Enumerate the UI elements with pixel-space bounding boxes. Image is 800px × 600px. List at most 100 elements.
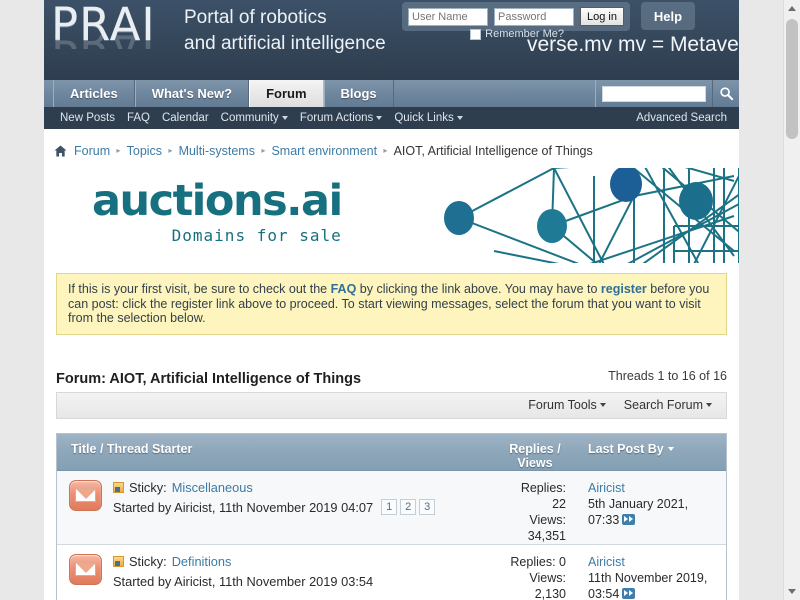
go-to-last-post-icon[interactable] (622, 514, 635, 525)
banner-subtitle: Domains for sale (92, 226, 342, 245)
tagline-line-1: Portal of robotics (184, 5, 386, 31)
last-post-user-link[interactable]: Airicist (588, 554, 720, 570)
breadcrumb-separator-icon: ‣ (167, 145, 174, 158)
page-link-3[interactable]: 3 (419, 499, 435, 515)
scrollbar-thumb[interactable] (786, 19, 798, 139)
faq-link[interactable]: FAQ (331, 282, 357, 296)
breadcrumb-item-forum[interactable]: Forum (74, 144, 110, 158)
table-row[interactable]: Sticky: Miscellaneous Started by Airicis… (57, 471, 726, 545)
column-header-last-post[interactable]: Last Post By (578, 434, 726, 456)
subnav-item-quick-links[interactable]: Quick Links (394, 112, 462, 124)
subnav-label: FAQ (127, 112, 150, 124)
page-background: PRAI PRAI Portal of robotics and artific… (0, 0, 783, 600)
breadcrumb-item-multi-systems[interactable]: Multi-systems (179, 144, 255, 158)
envelope-icon (69, 480, 102, 511)
vertical-scrollbar[interactable] (783, 0, 800, 600)
subnav-label: New Posts (60, 112, 115, 124)
thread-title-link[interactable]: Definitions (172, 553, 232, 571)
breadcrumb-current: AIOT, Artificial Intelligence of Things (394, 144, 593, 158)
browser-viewport: PRAI PRAI Portal of robotics and artific… (0, 0, 800, 600)
username-input[interactable] (408, 8, 488, 26)
banner-title: auctions.ai (92, 178, 342, 224)
views-label: Views: (492, 570, 566, 586)
content-panel: Forum ‣ Topics ‣ Multi-systems ‣ Smart e… (44, 129, 739, 600)
secondary-navigation: New Posts FAQ Calendar Community Forum A… (44, 107, 739, 129)
remember-me-label: Remember Me? (485, 28, 564, 40)
table-row[interactable]: Sticky: Definitions Started by Airicist,… (57, 545, 726, 600)
tab-forum[interactable]: Forum (249, 80, 323, 107)
tab-blogs[interactable]: Blogs (324, 80, 394, 107)
nav-search-area (595, 80, 739, 107)
advanced-search-link[interactable]: Advanced Search (636, 112, 727, 124)
subnav-item-new-posts[interactable]: New Posts (60, 112, 115, 124)
breadcrumb: Forum ‣ Topics ‣ Multi-systems ‣ Smart e… (44, 129, 739, 166)
site-shell: PRAI PRAI Portal of robotics and artific… (44, 0, 739, 600)
search-forum-label: Search Forum (624, 398, 703, 412)
thread-pagination: 1 2 3 (381, 499, 435, 515)
thread-title-link[interactable]: Miscellaneous (172, 479, 253, 497)
breadcrumb-item-topics[interactable]: Topics (127, 144, 162, 158)
column-header-replies-views[interactable]: Replies / Views (492, 434, 578, 470)
thread-status-cell (57, 471, 113, 544)
last-post-date: 11th November 2019, 03:54 (588, 571, 707, 600)
tab-articles[interactable]: Articles (53, 80, 135, 107)
tab-whats-new[interactable]: What's New? (135, 80, 249, 107)
forum-tools-label: Forum Tools (528, 398, 597, 412)
notice-part-2: by clicking the link above. You may have… (356, 282, 601, 296)
thread-title-line: Sticky: Definitions (113, 553, 486, 571)
column-header-views: Views (492, 456, 578, 470)
scroll-down-button[interactable] (784, 583, 800, 600)
network-graphic (434, 168, 739, 263)
remember-me-checkbox[interactable] (470, 29, 481, 40)
last-post-cell: Airicist 5th January 2021, 07:33 (578, 471, 726, 544)
password-input[interactable] (494, 8, 574, 26)
breadcrumb-separator-icon: ‣ (382, 145, 389, 158)
help-button[interactable]: Help (641, 2, 695, 30)
banner-ad[interactable]: auctions.ai Domains for sale (44, 168, 739, 263)
last-post-date-line: 11th November 2019, 03:54 (588, 570, 720, 600)
views-value: 34,351 (492, 528, 566, 544)
thread-list-table: Title / Thread Starter Replies / Views L… (56, 433, 727, 600)
page-title: Forum: AIOT, Artificial Intelligence of … (56, 371, 361, 387)
last-post-cell: Airicist 11th November 2019, 03:54 (578, 545, 726, 600)
search-input[interactable] (602, 86, 706, 102)
column-header-replies: Replies / (492, 442, 578, 456)
page-link-2[interactable]: 2 (400, 499, 416, 515)
replies-label: Replies: (492, 480, 566, 496)
register-link[interactable]: register (601, 282, 647, 296)
notice-part-1: If this is your first visit, be sure to … (68, 282, 331, 296)
login-bar: Log in (402, 2, 630, 31)
subnav-item-forum-actions[interactable]: Forum Actions (300, 112, 383, 124)
search-forum-dropdown[interactable]: Search Forum (624, 398, 712, 412)
search-button[interactable] (712, 80, 739, 107)
thread-starter-text: Started by Airicist, 11th November 2019 … (113, 498, 373, 517)
subnav-item-faq[interactable]: FAQ (127, 112, 150, 124)
go-to-last-post-icon[interactable] (622, 588, 635, 599)
breadcrumb-item-smart-environment[interactable]: Smart environment (271, 144, 377, 158)
thread-status-cell (57, 545, 113, 600)
last-post-date-line: 5th January 2021, 07:33 (588, 496, 720, 528)
last-post-user-link[interactable]: Airicist (588, 480, 720, 496)
page-link-1[interactable]: 1 (381, 499, 397, 515)
chevron-down-icon (376, 116, 382, 120)
column-header-title[interactable]: Title / Thread Starter (57, 434, 492, 456)
home-icon (54, 145, 67, 157)
thread-title-line: Sticky: Miscellaneous (113, 479, 486, 497)
login-button[interactable]: Log in (580, 7, 624, 26)
site-header: PRAI PRAI Portal of robotics and artific… (44, 0, 739, 80)
site-logo[interactable]: PRAI PRAI (51, 2, 156, 63)
views-label: Views: (492, 512, 566, 528)
chevron-down-icon (706, 403, 712, 407)
sticky-icon (113, 482, 124, 493)
subnav-item-community[interactable]: Community (221, 112, 288, 124)
main-navigation: Articles What's New? Forum Blogs (44, 80, 739, 107)
forum-tools-dropdown[interactable]: Forum Tools (528, 398, 606, 412)
subnav-item-calendar[interactable]: Calendar (162, 112, 209, 124)
chevron-down-icon (457, 116, 463, 120)
chevron-down-icon (600, 403, 606, 407)
chevron-down-icon (282, 116, 288, 120)
thread-starter-line: Started by Airicist, 11th November 2019 … (113, 572, 486, 591)
remember-me-row[interactable]: Remember Me? (470, 28, 564, 40)
sticky-label: Sticky: (129, 479, 167, 497)
scroll-up-button[interactable] (784, 0, 800, 17)
